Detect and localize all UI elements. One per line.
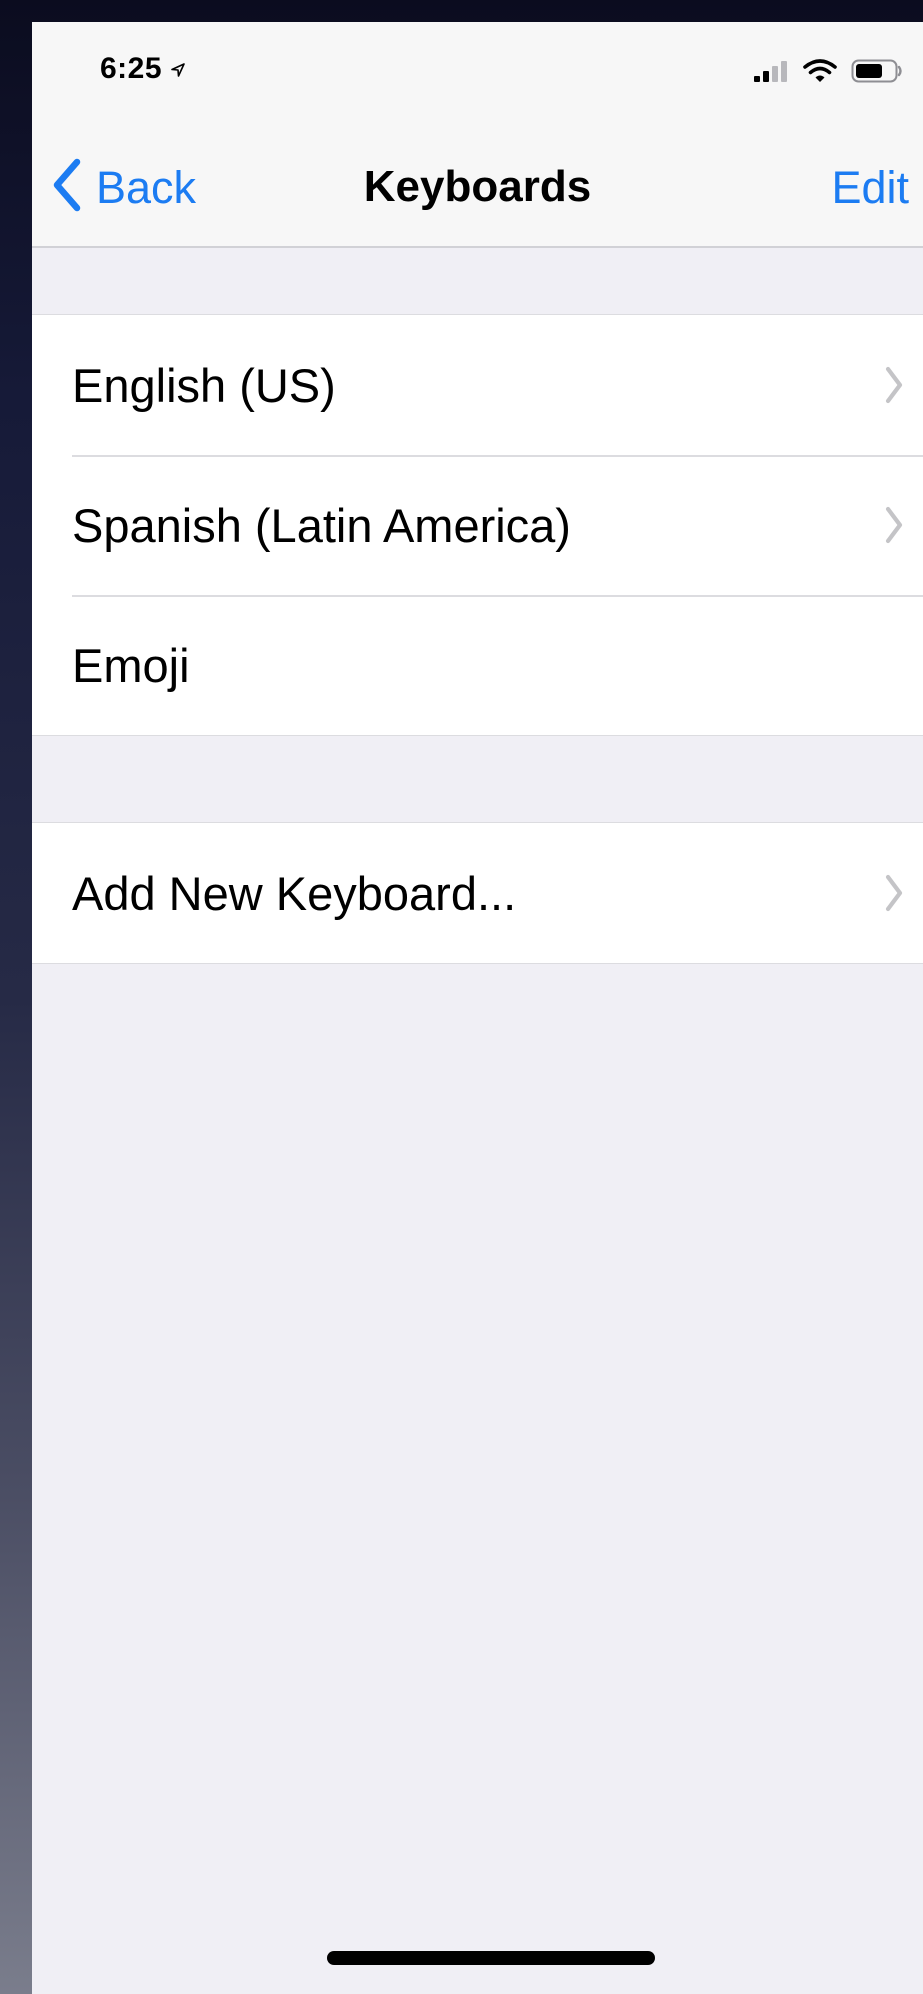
status-time: 6:25 (100, 52, 163, 85)
wifi-icon (803, 58, 837, 89)
phone-screen: 6:25 Back Keyboards Edit English (US) Sp… (32, 22, 923, 1994)
keyboard-label: English (US) (72, 358, 336, 412)
page-title: Keyboards (363, 162, 592, 211)
home-indicator[interactable] (327, 1951, 655, 1965)
status-icons (753, 58, 903, 89)
chevron-right-icon (883, 871, 905, 920)
cellular-signal-icon (753, 59, 789, 88)
keyboard-label: Emoji (72, 638, 190, 692)
navigation-bar: Back Keyboards Edit (32, 134, 923, 248)
add-new-keyboard-row[interactable]: Add New Keyboard... (32, 823, 923, 963)
edit-button[interactable]: Edit (831, 162, 909, 214)
keyboard-label: Spanish (Latin America) (72, 498, 571, 552)
battery-icon (851, 58, 903, 89)
add-keyboard-label: Add New Keyboard... (72, 866, 517, 920)
add-keyboard-group: Add New Keyboard... (32, 822, 923, 964)
keyboard-row-english-us[interactable]: English (US) (32, 315, 923, 455)
chevron-right-icon (883, 503, 905, 552)
chevron-right-icon (883, 363, 905, 412)
location-arrow-icon (170, 52, 186, 86)
keyboard-row-spanish-latin-america[interactable]: Spanish (Latin America) (32, 455, 923, 595)
status-bar: 6:25 (32, 22, 923, 134)
keyboards-list: English (US) Spanish (Latin America) Emo… (32, 314, 923, 736)
keyboard-row-emoji[interactable]: Emoji (32, 595, 923, 735)
status-time-group: 6:25 (100, 52, 186, 86)
